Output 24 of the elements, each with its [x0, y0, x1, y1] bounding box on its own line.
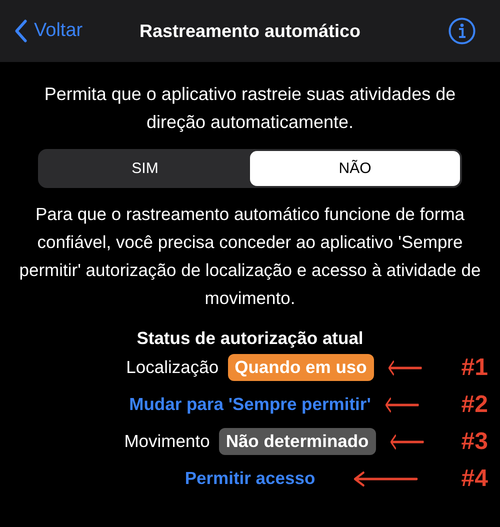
- annotation-label: #2: [461, 390, 488, 418]
- status-label: Localização: [126, 357, 219, 378]
- arrow-icon: [353, 470, 418, 486]
- status-label: Movimento: [124, 431, 210, 452]
- arrow-icon: [390, 434, 424, 450]
- annotation-label: #3: [461, 428, 488, 456]
- permission-link[interactable]: Permitir acesso: [184, 468, 316, 489]
- back-button[interactable]: Voltar: [0, 19, 83, 43]
- screen-title: Rastreamento automático: [138, 20, 362, 42]
- segment-option[interactable]: SIM: [40, 151, 250, 186]
- info-button[interactable]: [448, 17, 476, 45]
- explanation-text: Para que o rastreamento automático funcione de forma confiável, você precisa conceder ao aplicativo 'Sempre permitir' autorização de localização e acesso à atividade de movimento.: [18, 203, 482, 310]
- status-heading: Status de autorização atual: [136, 328, 364, 349]
- arrow-icon: [384, 396, 419, 412]
- chevron-left-icon: [14, 19, 28, 43]
- permission-link[interactable]: Mudar para 'Sempre permitir': [129, 394, 371, 415]
- annotation-label: #4: [461, 464, 488, 492]
- annotation-label: #1: [461, 354, 488, 382]
- segment-option[interactable]: NÃO: [250, 151, 460, 186]
- intro-text: Permita que o aplicativo rastreie suas atividades de direção automaticamente.: [43, 83, 457, 134]
- status-badge: Não determinado: [218, 428, 376, 455]
- arrow-icon: [388, 360, 422, 376]
- status-badge: Quando em uso: [228, 354, 374, 381]
- info-icon: [448, 17, 476, 45]
